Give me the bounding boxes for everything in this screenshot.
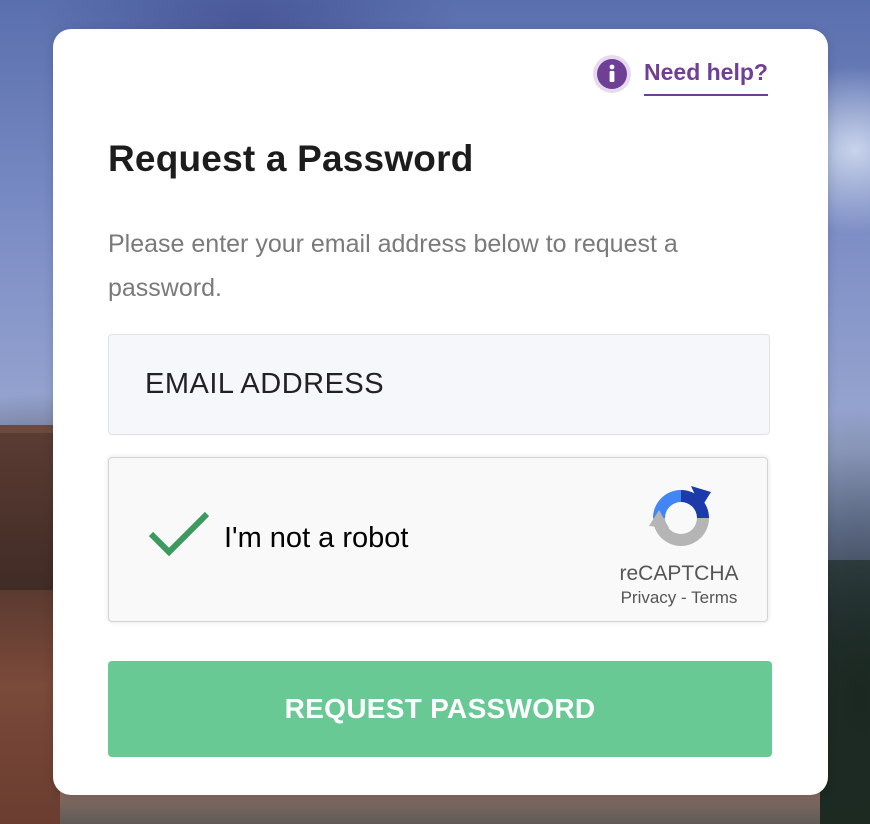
need-help-label: Need help? xyxy=(644,59,768,96)
recaptcha-links: Privacy - Terms xyxy=(589,588,769,608)
need-help-link[interactable]: Need help? xyxy=(593,51,768,96)
recaptcha-terms-link[interactable]: Terms xyxy=(691,588,737,607)
recaptcha-brand: reCAPTCHA xyxy=(619,562,739,585)
page-subtitle: Please enter your email address below to… xyxy=(108,230,678,302)
checkmark-icon[interactable] xyxy=(147,508,211,560)
recaptcha-separator: - xyxy=(681,588,687,607)
info-icon xyxy=(593,54,631,93)
recaptcha-privacy-link[interactable]: Privacy xyxy=(621,588,677,607)
recaptcha-logo-icon xyxy=(649,486,711,546)
recaptcha-widget: I'm not a robot reCAPTCHA Privacy - Term… xyxy=(108,457,768,622)
email-address-input[interactable] xyxy=(108,334,770,435)
recaptcha-label: I'm not a robot xyxy=(224,522,409,554)
request-password-button[interactable]: REQUEST PASSWORD xyxy=(108,661,772,757)
background-chimney xyxy=(0,425,55,603)
page-title: Request a Password xyxy=(108,138,474,179)
background-ground xyxy=(60,790,820,824)
